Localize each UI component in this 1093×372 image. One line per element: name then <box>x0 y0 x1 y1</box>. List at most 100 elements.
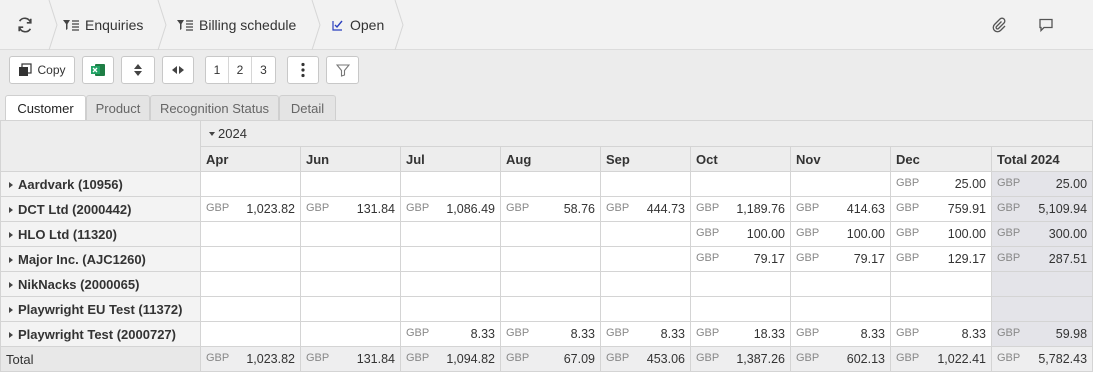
comment-icon[interactable] <box>1036 15 1056 35</box>
value-cell[interactable] <box>600 246 691 272</box>
breadcrumb-enquiries[interactable]: Enquiries <box>63 0 143 50</box>
value-cell[interactable] <box>890 271 992 297</box>
customer-row-header[interactable]: NikNacks (2000065) <box>0 271 201 297</box>
breadcrumb-billing-schedule[interactable]: Billing schedule <box>177 0 296 50</box>
page-button-2[interactable]: 2 <box>229 57 252 83</box>
value-cell[interactable] <box>200 321 301 347</box>
value-cell[interactable]: GBP 8.33 <box>600 321 691 347</box>
value-cell[interactable] <box>500 171 601 197</box>
value-cell[interactable]: GBP 129.17 <box>890 246 992 272</box>
refresh-icon[interactable] <box>14 14 36 36</box>
value-cell[interactable]: GBP 1,189.76 <box>690 196 791 222</box>
year-group-header[interactable]: 2024 <box>199 120 1093 147</box>
value-cell[interactable]: GBP 18.33 <box>690 321 791 347</box>
row-total-cell[interactable]: GBP 300.00 <box>990 221 1093 247</box>
value-cell[interactable] <box>500 271 601 297</box>
month-column-header[interactable]: Dec <box>890 146 992 172</box>
value-cell[interactable] <box>200 171 301 197</box>
value-cell[interactable] <box>400 271 501 297</box>
value-cell[interactable] <box>400 246 501 272</box>
excel-export-button[interactable] <box>82 56 114 84</box>
value-cell[interactable] <box>600 296 691 322</box>
tab-recognition-status[interactable]: Recognition Status <box>150 95 279 120</box>
value-cell[interactable]: GBP 453.06 <box>600 346 691 372</box>
tab-detail[interactable]: Detail <box>279 95 336 120</box>
value-cell[interactable]: GBP 79.17 <box>690 246 791 272</box>
expand-rows-button[interactable] <box>121 56 155 84</box>
customer-row-header[interactable]: DCT Ltd (2000442) <box>0 196 201 222</box>
month-column-header[interactable]: Sep <box>600 146 691 172</box>
value-cell[interactable] <box>200 271 301 297</box>
value-cell[interactable] <box>300 221 401 247</box>
value-cell[interactable] <box>500 221 601 247</box>
value-cell[interactable]: GBP 67.09 <box>500 346 601 372</box>
row-total-cell[interactable] <box>990 296 1093 322</box>
month-column-header[interactable]: Oct <box>690 146 791 172</box>
value-cell[interactable] <box>500 296 601 322</box>
paperclip-icon[interactable] <box>989 15 1009 35</box>
value-cell[interactable] <box>300 171 401 197</box>
customer-row-header[interactable]: Playwright Test (2000727) <box>0 321 201 347</box>
value-cell[interactable] <box>300 271 401 297</box>
customer-row-header[interactable]: Playwright EU Test (11372) <box>0 296 201 322</box>
value-cell[interactable]: GBP 8.33 <box>500 321 601 347</box>
row-total-cell[interactable] <box>990 271 1093 297</box>
more-options-button[interactable] <box>287 56 319 84</box>
value-cell[interactable] <box>500 246 601 272</box>
value-cell[interactable] <box>600 221 691 247</box>
value-cell[interactable]: GBP 1,094.82 <box>400 346 501 372</box>
value-cell[interactable]: GBP 100.00 <box>890 221 992 247</box>
value-cell[interactable]: GBP 25.00 <box>890 171 992 197</box>
value-cell[interactable] <box>300 246 401 272</box>
page-button-3[interactable]: 3 <box>252 57 275 83</box>
row-total-cell[interactable]: GBP 5,109.94 <box>990 196 1093 222</box>
value-cell[interactable] <box>200 221 301 247</box>
filter-button[interactable] <box>326 56 359 84</box>
expand-columns-button[interactable] <box>162 56 194 84</box>
value-cell[interactable] <box>200 246 301 272</box>
value-cell[interactable] <box>690 296 791 322</box>
value-cell[interactable] <box>200 296 301 322</box>
value-cell[interactable] <box>890 296 992 322</box>
value-cell[interactable]: GBP 8.33 <box>890 321 992 347</box>
copy-button[interactable]: Copy <box>9 56 75 84</box>
value-cell[interactable]: GBP 8.33 <box>790 321 891 347</box>
month-column-header[interactable]: Nov <box>790 146 891 172</box>
month-column-header[interactable]: Apr <box>200 146 301 172</box>
value-cell[interactable] <box>300 321 401 347</box>
value-cell[interactable]: GBP 1,023.82 <box>200 196 301 222</box>
value-cell[interactable]: GBP 1,387.26 <box>690 346 791 372</box>
value-cell[interactable] <box>790 271 891 297</box>
row-total-cell[interactable]: GBP 25.00 <box>990 171 1093 197</box>
value-cell[interactable] <box>400 171 501 197</box>
tab-customer[interactable]: Customer <box>5 95 86 121</box>
tab-product[interactable]: Product <box>86 95 150 120</box>
value-cell[interactable]: GBP 100.00 <box>790 221 891 247</box>
value-cell[interactable]: GBP 444.73 <box>600 196 691 222</box>
value-cell[interactable]: GBP 1,022.41 <box>890 346 992 372</box>
value-cell[interactable] <box>690 171 791 197</box>
breadcrumb-open[interactable]: Open <box>332 0 384 50</box>
value-cell[interactable] <box>400 296 501 322</box>
customer-row-header[interactable]: Major Inc. (AJC1260) <box>0 246 201 272</box>
value-cell[interactable] <box>400 221 501 247</box>
page-button-1[interactable]: 1 <box>206 57 229 83</box>
value-cell[interactable]: GBP 131.84 <box>300 196 401 222</box>
value-cell[interactable]: GBP 602.13 <box>790 346 891 372</box>
row-total-cell[interactable]: GBP 59.98 <box>990 321 1093 347</box>
value-cell[interactable] <box>690 271 791 297</box>
month-column-header[interactable]: Aug <box>500 146 601 172</box>
value-cell[interactable]: GBP 8.33 <box>400 321 501 347</box>
value-cell[interactable] <box>300 296 401 322</box>
value-cell[interactable] <box>790 171 891 197</box>
value-cell[interactable] <box>790 296 891 322</box>
value-cell[interactable]: GBP 131.84 <box>300 346 401 372</box>
value-cell[interactable]: GBP 414.63 <box>790 196 891 222</box>
month-column-header[interactable]: Jul <box>400 146 501 172</box>
value-cell[interactable] <box>600 171 691 197</box>
month-column-header[interactable]: Jun <box>300 146 401 172</box>
value-cell[interactable]: GBP 1,086.49 <box>400 196 501 222</box>
total-column-header[interactable]: Total 2024 <box>990 146 1093 172</box>
value-cell[interactable]: GBP 79.17 <box>790 246 891 272</box>
value-cell[interactable]: GBP 100.00 <box>690 221 791 247</box>
